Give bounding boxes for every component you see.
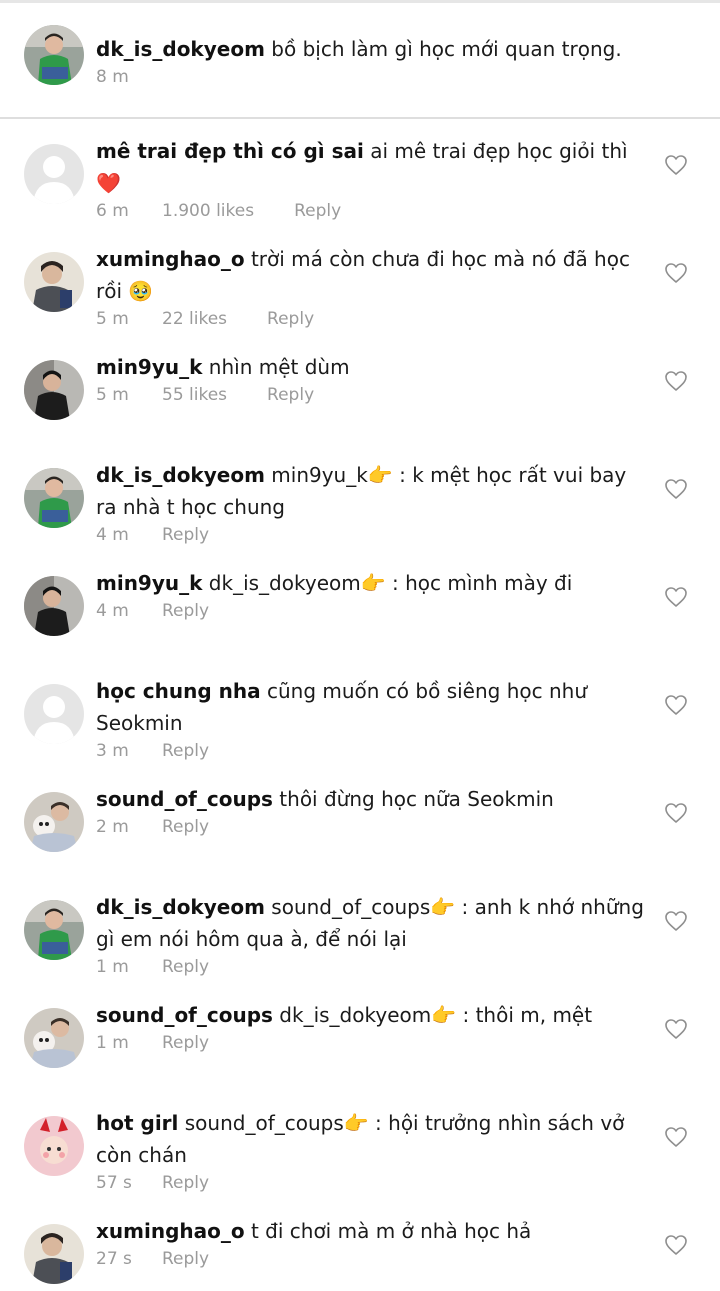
- pointing-emoji: 👉: [430, 895, 456, 919]
- comment-username[interactable]: xuminghao_o: [96, 247, 245, 271]
- heart-icon[interactable]: [664, 1126, 688, 1148]
- comment-time: 3 m: [96, 741, 129, 761]
- likes-count[interactable]: 22 likes: [162, 307, 227, 331]
- comment-text: t đi chơi mà m ở nhà học hả: [250, 1219, 532, 1243]
- pointing-emoji: 👉: [431, 1003, 457, 1027]
- heart-icon[interactable]: [664, 370, 688, 392]
- reply-button[interactable]: Reply: [162, 1171, 209, 1195]
- comment-username[interactable]: học chung nha: [96, 679, 261, 703]
- comment-username[interactable]: sound_of_coups: [96, 787, 273, 811]
- heart-icon[interactable]: [664, 910, 688, 932]
- heart-icon[interactable]: [664, 478, 688, 500]
- reply-button[interactable]: Reply: [267, 307, 314, 331]
- mention-separator: :: [455, 895, 475, 919]
- avatar[interactable]: [24, 1224, 84, 1284]
- reply-button[interactable]: Reply: [162, 739, 209, 763]
- heart-icon[interactable]: [664, 694, 688, 716]
- mention-link[interactable]: sound_of_coups: [185, 1111, 344, 1135]
- comment-username[interactable]: dk_is_dokyeom: [96, 895, 265, 919]
- heart-icon[interactable]: [664, 262, 688, 284]
- caption-time: 8 m: [96, 67, 129, 87]
- comment-text: thôi m, mệt: [475, 1003, 593, 1027]
- pointing-emoji: 👉: [343, 1111, 369, 1135]
- avatar[interactable]: [24, 1008, 84, 1068]
- reply-button[interactable]: Reply: [162, 599, 209, 623]
- avatar[interactable]: [24, 252, 84, 312]
- avatar[interactable]: [24, 576, 84, 636]
- avatar[interactable]: [24, 360, 84, 420]
- comment-time: 5 m: [96, 385, 129, 405]
- comment-username[interactable]: xuminghao_o: [96, 1219, 245, 1243]
- reply-button[interactable]: Reply: [162, 815, 209, 839]
- comment-time: 5 m: [96, 309, 129, 329]
- comment-text: thôi đừng học nữa Seokmin: [279, 787, 554, 811]
- avatar[interactable]: [24, 792, 84, 852]
- reply-button[interactable]: Reply: [267, 383, 314, 407]
- likes-count[interactable]: 1.900 likes: [162, 199, 254, 223]
- comment-time: 57 s: [96, 1173, 132, 1193]
- divider: [0, 117, 720, 119]
- mention-link[interactable]: min9yu_k: [271, 463, 368, 487]
- comment-time: 6 m: [96, 201, 129, 221]
- heart-icon[interactable]: [664, 802, 688, 824]
- caption-username[interactable]: dk_is_dokyeom: [96, 37, 265, 61]
- mention-link[interactable]: dk_is_dokyeom: [209, 571, 361, 595]
- comment-time: 4 m: [96, 525, 129, 545]
- mention-separator: :: [392, 463, 413, 487]
- mention-separator: :: [456, 1003, 476, 1027]
- comment-time: 2 m: [96, 817, 129, 837]
- heart-icon[interactable]: [664, 1234, 688, 1256]
- pointing-emoji: 👉: [367, 463, 393, 487]
- heart-icon[interactable]: [664, 586, 688, 608]
- comment-time: 1 m: [96, 957, 129, 977]
- comment-username[interactable]: mê trai đẹp thì có gì sai: [96, 139, 364, 163]
- reply-button[interactable]: Reply: [162, 523, 209, 547]
- comment-time: 4 m: [96, 601, 129, 621]
- avatar[interactable]: [24, 684, 84, 744]
- reply-button[interactable]: Reply: [294, 199, 341, 223]
- reply-button[interactable]: Reply: [162, 955, 209, 979]
- comment-text: nhìn mệt dùm: [208, 355, 350, 379]
- reply-button[interactable]: Reply: [162, 1031, 209, 1055]
- mention-link[interactable]: dk_is_dokyeom: [279, 1003, 431, 1027]
- post-caption: dk_is_dokyeom bồ bịch làm gì học mới qua…: [0, 3, 720, 117]
- comment-username[interactable]: hot girl: [96, 1111, 178, 1135]
- mention-separator: :: [385, 571, 406, 595]
- comment-text: học mình mày đi: [405, 571, 573, 595]
- mention-separator: :: [368, 1111, 389, 1135]
- avatar[interactable]: [24, 25, 84, 85]
- avatar[interactable]: [24, 468, 84, 528]
- reply-button[interactable]: Reply: [162, 1247, 209, 1271]
- mention-link[interactable]: sound_of_coups: [271, 895, 430, 919]
- comment-username[interactable]: dk_is_dokyeom: [96, 463, 265, 487]
- comment-username[interactable]: min9yu_k: [96, 355, 202, 379]
- avatar[interactable]: [24, 144, 84, 204]
- avatar[interactable]: [24, 900, 84, 960]
- heart-icon[interactable]: [664, 154, 688, 176]
- comment-time: 27 s: [96, 1249, 132, 1269]
- comment-username[interactable]: min9yu_k: [96, 571, 202, 595]
- pointing-emoji: 👉: [360, 571, 386, 595]
- comment-username[interactable]: sound_of_coups: [96, 1003, 273, 1027]
- likes-count[interactable]: 55 likes: [162, 383, 227, 407]
- caption-text: bồ bịch làm gì học mới quan trọng.: [271, 37, 622, 61]
- avatar[interactable]: [24, 1116, 84, 1176]
- comment-time: 1 m: [96, 1033, 129, 1053]
- heart-icon[interactable]: [664, 1018, 688, 1040]
